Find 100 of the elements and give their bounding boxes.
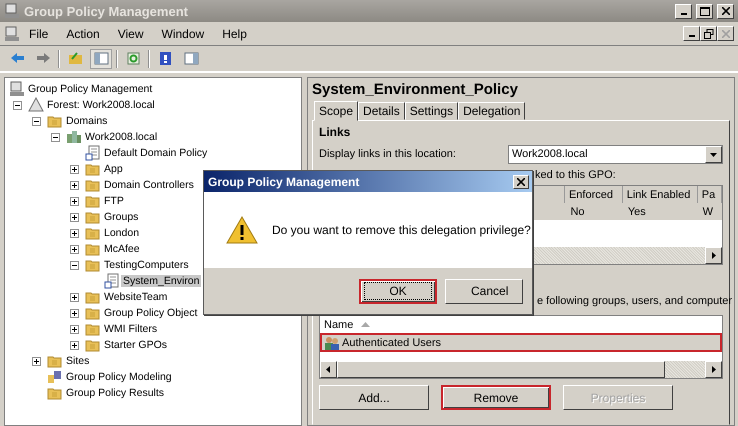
warning-icon [226, 216, 258, 244]
expand-icon[interactable] [70, 244, 79, 254]
document-icon [85, 145, 101, 161]
table-cell-text: No [569, 206, 586, 218]
close-icon [722, 7, 730, 15]
tree-item[interactable]: WMI Filters [102, 323, 160, 335]
list-row[interactable]: Authenticated Users [320, 333, 722, 352]
scroll-left-icon [325, 366, 332, 373]
minimize-icon [680, 12, 686, 14]
window-title: Group Policy Management [24, 4, 189, 18]
expand-icon[interactable] [70, 340, 79, 350]
dialog-message: Do you want to remove this delegation privilege? [272, 223, 531, 237]
action-button[interactable]: Remove [441, 385, 551, 410]
section-heading: Links [319, 125, 352, 141]
tree-item[interactable]: London [102, 227, 142, 239]
tab[interactable]: Details [358, 102, 405, 120]
tree-item[interactable]: Sites [64, 355, 92, 367]
scroll-right-button[interactable] [705, 247, 722, 264]
tree-item[interactable]: WebsiteTeam [102, 291, 170, 303]
maximize-icon [700, 6, 710, 16]
tree-item[interactable]: Group Policy Management [26, 83, 154, 95]
close-icon [517, 178, 525, 186]
minimize-button[interactable] [683, 26, 700, 41]
tab[interactable]: Settings [404, 102, 458, 120]
list-row-text: Authenticated Users [342, 336, 442, 348]
expand-icon[interactable] [32, 356, 41, 366]
collapse-icon[interactable] [32, 116, 41, 126]
restore-icon [704, 28, 714, 38]
refresh-icon [124, 50, 142, 67]
sort-ascending-icon [361, 322, 370, 328]
menu-item[interactable]: Help [213, 26, 256, 40]
action-button[interactable]: Add... [319, 385, 429, 410]
expand-icon[interactable] [70, 292, 79, 302]
tree-item[interactable]: Forest: Work2008.local [45, 99, 157, 111]
expand-icon[interactable] [70, 308, 79, 318]
document-icon [104, 273, 120, 289]
tree-item[interactable]: Domain Controllers [102, 179, 196, 191]
tree-item[interactable]: Group Policy Results [64, 387, 166, 399]
computer-icon [4, 3, 20, 19]
expand-icon[interactable] [70, 324, 79, 334]
minimize-icon [688, 35, 694, 37]
tree-item[interactable]: Default Domain Policy [102, 147, 210, 159]
tree-item[interactable]: TestingComputers [102, 259, 191, 271]
collapse-icon[interactable] [70, 260, 79, 270]
expand-icon[interactable] [70, 164, 79, 174]
dialog-button[interactable]: Cancel [445, 278, 523, 304]
scroll-right-icon [710, 252, 717, 259]
expand-icon[interactable] [70, 212, 79, 222]
tab[interactable]: Delegation [458, 102, 526, 120]
scroll-left-button[interactable] [320, 361, 337, 378]
dialog-button[interactable]: OK [359, 278, 437, 304]
dropdown-arrow-icon [710, 150, 717, 158]
tree-item[interactable]: FTP [102, 195, 126, 207]
location-dropdown[interactable]: Work2008.local [508, 144, 723, 164]
chart-folder-icon [47, 369, 63, 385]
expand-icon[interactable] [70, 228, 79, 238]
close-button[interactable] [513, 174, 529, 188]
tab[interactable]: Scope [314, 101, 358, 121]
tree-item[interactable]: System_Environ [121, 275, 202, 287]
toolbar-button[interactable] [90, 48, 112, 68]
caption-text: ked to this GPO: [535, 169, 616, 181]
folder-up-icon [66, 50, 84, 67]
close-icon [722, 30, 730, 38]
table-cell-text: Yes [626, 206, 647, 218]
menu-item[interactable]: View [108, 26, 152, 40]
triangle-icon [28, 97, 44, 113]
computer-icon [4, 26, 20, 42]
table-cell-text: W [702, 206, 714, 218]
tree-item[interactable]: Starter GPOs [102, 339, 170, 351]
minimize-button[interactable] [675, 4, 692, 18]
column-label: Name [324, 318, 354, 330]
tree-item[interactable]: App [102, 163, 125, 175]
menu-item[interactable]: Window [152, 26, 214, 40]
expand-icon[interactable] [70, 180, 79, 190]
tree-item[interactable]: Group Policy Modeling [64, 371, 174, 383]
tree-item[interactable]: Domains [64, 115, 110, 127]
tree-item[interactable]: Groups [102, 211, 140, 223]
tree-item[interactable]: Work2008.local [83, 131, 160, 143]
action-pane-icon [182, 50, 200, 67]
restore-button[interactable] [700, 26, 717, 41]
dialog-title: Group Policy Management [208, 174, 360, 188]
expand-icon[interactable] [70, 196, 79, 206]
menu-item[interactable]: File [20, 26, 58, 40]
policy-title: System_Environment_Policy [312, 81, 519, 100]
console-tree-icon [92, 50, 110, 67]
collapse-icon[interactable] [13, 100, 22, 110]
maximize-button[interactable] [696, 4, 713, 18]
menu-item[interactable]: Action [57, 26, 109, 40]
collapse-icon[interactable] [51, 132, 60, 142]
buildings-icon [66, 129, 82, 145]
column-header[interactable]: Name [320, 316, 444, 333]
scrollbar-thumb[interactable] [337, 361, 665, 378]
computer-icon [9, 81, 25, 97]
field-label: Display links in this location: [319, 148, 456, 160]
tree-item[interactable]: Group Policy Object [102, 307, 200, 319]
users-icon [324, 336, 340, 350]
close-button[interactable] [717, 4, 734, 18]
tree-item[interactable]: McAfee [102, 243, 142, 255]
scroll-right-icon [710, 366, 717, 373]
scroll-right-button[interactable] [705, 361, 722, 378]
